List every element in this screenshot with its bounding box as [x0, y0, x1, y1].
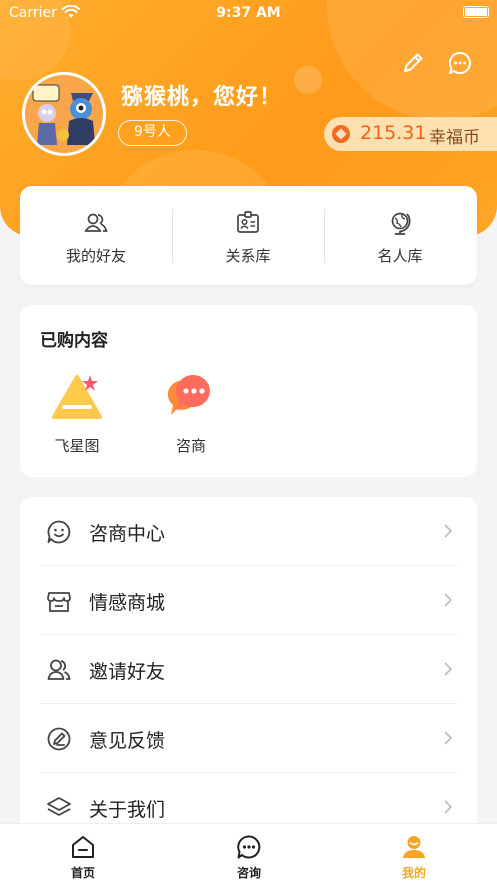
chevron-right-icon [444, 524, 453, 538]
chevron-right-icon [444, 593, 453, 607]
chevron-right-icon [444, 731, 453, 745]
nav-label: 我的好友 [65, 247, 126, 265]
tab-mine[interactable]: 我的 [331, 824, 497, 883]
menu-item-invite-friends[interactable]: 邀请好友 [40, 635, 457, 704]
home-icon [72, 836, 94, 858]
balance-unit: 幸福币 [429, 128, 480, 148]
nav-label: 关系库 [225, 247, 271, 265]
purchased-item-label: 飞星图 [54, 437, 100, 455]
invite-icon [47, 659, 71, 680]
consult-bubble-icon [167, 375, 210, 415]
tab-home[interactable]: 首页 [0, 824, 166, 883]
user-type-badge: 9号人 [118, 120, 187, 146]
menu-item-feedback[interactable]: 意见反馈 [40, 704, 457, 773]
chat-bubble-icon [237, 835, 261, 859]
globe-icon [391, 212, 411, 235]
quick-nav-card: 我的好友 关系库 名人库 [20, 186, 477, 285]
menu-label: 咨商中心 [89, 523, 166, 545]
tab-bar: 首页 咨询 我的 [0, 823, 497, 883]
message-icon[interactable] [447, 50, 473, 76]
tab-label: 我的 [401, 866, 426, 880]
coin-icon [332, 125, 350, 143]
avatar[interactable] [22, 72, 106, 156]
menu-label: 情感商城 [89, 592, 166, 614]
menu-item-emotion-store[interactable]: 情感商城 [40, 566, 457, 635]
chevron-right-icon [444, 800, 453, 814]
menu-list-card: 咨商中心 情感商城 邀请好友 意见反馈 关于我们 [20, 497, 477, 837]
layers-icon [47, 797, 71, 816]
purchased-item-label: 咨商 [175, 437, 206, 455]
friends-icon [84, 213, 108, 232]
purchased-item-star-chart[interactable]: 飞星图 [42, 371, 112, 461]
nav-relations[interactable]: 关系库 [172, 186, 324, 285]
greeting-text: 猕猴桃，您好！ [121, 85, 283, 110]
tab-label: 咨询 [236, 866, 261, 880]
contact-card-icon [237, 211, 259, 233]
purchased-item-consult[interactable]: 咨商 [156, 371, 226, 461]
tab-label: 首页 [70, 866, 95, 880]
avatar-illustration [25, 75, 103, 153]
nav-my-friends[interactable]: 我的好友 [20, 186, 172, 285]
star-chart-icon [52, 375, 102, 419]
section-title: 已购内容 [40, 331, 108, 351]
smile-chat-icon [47, 520, 71, 544]
clock: 9:37 AM [216, 5, 281, 21]
balance-pill[interactable]: 215.31 幸福币 [324, 117, 497, 151]
menu-label: 邀请好友 [89, 661, 166, 683]
nav-celebrities[interactable]: 名人库 [324, 186, 476, 285]
feedback-pen-icon [47, 727, 71, 751]
tab-consult[interactable]: 咨询 [166, 824, 332, 883]
nav-label: 名人库 [377, 247, 423, 265]
chevron-right-icon [444, 662, 453, 676]
status-bar: Carrier 9:37 AM [0, 0, 497, 26]
menu-item-consult-center[interactable]: 咨商中心 [40, 497, 457, 566]
menu-label: 意见反馈 [89, 730, 166, 752]
edit-icon[interactable] [400, 50, 426, 76]
purchased-content-card: 已购内容 飞星图 咨商 [20, 305, 477, 477]
balance-value: 215.31 [360, 122, 427, 144]
user-icon [403, 836, 425, 858]
battery-icon [463, 6, 489, 18]
store-icon [47, 592, 71, 612]
menu-label: 关于我们 [89, 799, 166, 821]
